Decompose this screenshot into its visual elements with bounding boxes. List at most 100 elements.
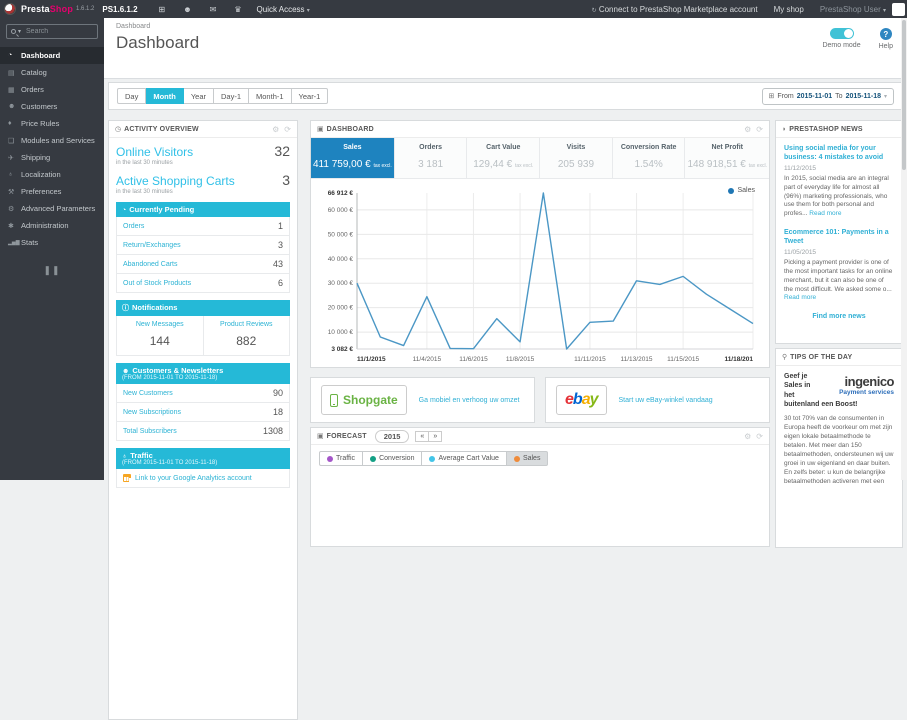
sidebar-item-dashboard[interactable]: ◔Dashboard — [0, 47, 104, 64]
forecast-year[interactable]: 2015 — [375, 430, 410, 443]
cart-icon[interactable]: ⊞ — [159, 5, 166, 14]
svg-text:40 000 €: 40 000 € — [328, 256, 354, 263]
svg-text:11/18/201: 11/18/201 — [724, 356, 753, 363]
customer-icon[interactable]: ☻ — [183, 5, 191, 14]
dashboard-panel: ▣ DASHBOARD ⚙⟳ Sales411 759,00 € tax exc… — [310, 120, 770, 368]
sidebar-item-preferences[interactable]: ⚒Preferences — [0, 183, 104, 200]
shopgate-link[interactable]: Ga mobiel en verhoog uw omzet — [419, 397, 520, 404]
sidebar-item-catalog[interactable]: ▤Catalog — [0, 64, 104, 81]
tips-of-the-day-panel: ⚲ TIPS OF THE DAY ingenico Payment servi… — [775, 348, 903, 548]
refresh-icon[interactable]: ⟳ — [284, 125, 291, 134]
refresh-icon[interactable]: ⟳ — [756, 125, 763, 134]
scrollbar-thumb[interactable] — [902, 20, 906, 170]
messages-icon[interactable]: ✉ — [210, 5, 217, 14]
sidebar-item-modules[interactable]: ❑Modules and Services — [0, 132, 104, 149]
ebay-banner[interactable]: ebay Start uw eBay-winkel vandaag — [545, 377, 770, 423]
gear-icon[interactable]: ⚙ — [744, 125, 751, 134]
pending-row-out-of-stock[interactable]: Out of Stock Products6 — [116, 274, 290, 293]
sidebar-item-customers[interactable]: ☻Customers — [0, 98, 104, 115]
sidebar-item-localization[interactable]: ♁Localization — [0, 166, 104, 183]
kpi-visits[interactable]: Visits205 939 — [540, 138, 613, 178]
kpi-net-profit[interactable]: Net Profit148 918,51 € tax excl. — [685, 138, 769, 178]
active-carts-link[interactable]: Active Shopping Carts3 — [116, 172, 290, 188]
marketplace-link[interactable]: ↻ Connect to PrestaShop Marketplace acco… — [592, 5, 758, 14]
brand-version: 1.6.1.2 — [76, 6, 94, 12]
sidebar-item-administration[interactable]: ✱Administration — [0, 217, 104, 234]
dashboard-cart-icon: ▣ — [317, 125, 324, 133]
date-range-picker[interactable]: ⊞ From 2015-11-01 To 2015-11-18 ▾ — [762, 88, 894, 105]
sidebar-item-stats[interactable]: ▂▅▇Stats — [0, 234, 104, 251]
sidebar-item-shipping[interactable]: ✈Shipping — [0, 149, 104, 166]
page-scrollbar[interactable] — [901, 18, 907, 480]
row-new-customers[interactable]: New Customers90 — [116, 384, 290, 403]
find-more-news-link[interactable]: Find more news — [784, 313, 894, 320]
catalog-icon: ▤ — [8, 69, 21, 77]
pending-row-orders[interactable]: Orders1 — [116, 217, 290, 236]
svg-text:30 000 €: 30 000 € — [328, 280, 354, 287]
prestashop-logo[interactable] — [4, 3, 16, 15]
chart-legend[interactable]: Sales — [728, 187, 755, 194]
tab-day-1[interactable]: Day-1 — [214, 88, 249, 104]
sidebar-collapse-button[interactable]: ❚❚ — [0, 265, 104, 276]
svg-text:66 912 €: 66 912 € — [328, 190, 354, 197]
activity-overview-panel: ◷ ACTIVITY OVERVIEW ⚙⟳ Online Visitors32… — [108, 120, 298, 720]
read-more-link[interactable]: Read more — [784, 294, 816, 301]
forecast-toggle-conversion[interactable]: Conversion — [363, 451, 422, 466]
product-reviews-cell[interactable]: Product Reviews882 — [203, 316, 290, 355]
forecast-toggle-sales[interactable]: Sales — [507, 451, 549, 466]
pending-row-returns[interactable]: Return/Exchanges3 — [116, 236, 290, 255]
shopgate-banner[interactable]: Shopgate Ga mobiel en verhoog uw omzet — [310, 377, 535, 423]
ebay-link[interactable]: Start uw eBay-winkel vandaag — [619, 397, 713, 404]
tab-day[interactable]: Day — [117, 88, 146, 104]
page-title: Dashboard — [116, 33, 895, 53]
kpi-conversion-rate[interactable]: Conversion Rate1.54% — [613, 138, 686, 178]
forecast-toggle-traffic[interactable]: Traffic — [319, 451, 363, 466]
date-from: 2015-11-01 — [797, 93, 832, 100]
kpi-sales[interactable]: Sales411 759,00 € tax excl. — [311, 138, 395, 178]
new-messages-cell[interactable]: New Messages144 — [117, 316, 203, 355]
tab-month[interactable]: Month — [146, 88, 184, 104]
user-menu[interactable]: PrestaShop User ▾ — [820, 5, 886, 14]
gear-icon[interactable]: ⚙ — [744, 432, 751, 441]
svg-text:50 000 €: 50 000 € — [328, 231, 354, 238]
sidebar-item-price-rules[interactable]: ♦Price Rules — [0, 115, 104, 132]
dashboard-icon: ◔ — [8, 52, 21, 59]
stats-icon: ▂▅▇ — [8, 240, 21, 246]
row-total-subscribers[interactable]: Total Subscribers1308 — [116, 422, 290, 441]
google-analytics-link[interactable]: Link to your Google Analytics account — [116, 469, 290, 488]
demo-mode-toggle[interactable] — [830, 28, 854, 39]
user-avatar[interactable]: 🄿 — [892, 3, 905, 16]
forecast-back-button[interactable]: « — [415, 431, 429, 442]
kpi-cart-value[interactable]: Cart Value129,44 € tax excl. — [467, 138, 540, 178]
svg-text:11/6/2015: 11/6/2015 — [459, 356, 488, 363]
calendar-icon: ⊞ — [769, 92, 775, 100]
period-toolbar: Day Month Year Day-1 Month-1 Year-1 ⊞ Fr… — [108, 82, 903, 110]
row-new-subscriptions[interactable]: New Subscriptions18 — [116, 403, 290, 422]
sidebar-search[interactable]: ▾ — [6, 24, 98, 39]
sidebar-item-advanced-parameters[interactable]: ⚙Advanced Parameters — [0, 200, 104, 217]
tab-year-1[interactable]: Year-1 — [292, 88, 329, 104]
breadcrumb[interactable]: Dashboard — [116, 23, 895, 30]
news-article-link[interactable]: Ecommerce 101: Payments in a Tweet — [784, 228, 894, 246]
read-more-link[interactable]: Read more — [809, 210, 841, 217]
my-shop-link[interactable]: My shop — [774, 5, 804, 14]
quick-access-menu[interactable]: Quick Access ▾ — [257, 5, 310, 14]
sidebar-item-orders[interactable]: ▦Orders — [0, 81, 104, 98]
gear-icon[interactable]: ⚙ — [272, 125, 279, 134]
refresh-icon[interactable]: ⟳ — [756, 432, 763, 441]
kpi-orders[interactable]: Orders3 181 — [395, 138, 468, 178]
pending-row-abandoned-carts[interactable]: Abandoned Carts43 — [116, 255, 290, 274]
localization-icon: ♁ — [8, 171, 21, 178]
achievements-icon[interactable]: ♛ — [234, 5, 241, 14]
news-article-link[interactable]: Using social media for your business: 4 … — [784, 144, 894, 162]
forecast-toggle-average-cart-value[interactable]: Average Cart Value — [422, 451, 506, 466]
currently-pending-header: ◔Currently Pending — [116, 202, 290, 217]
line-chart-canvas: 66 912 €60 000 €50 000 €40 000 €30 000 €… — [317, 181, 763, 370]
forecast-forward-button[interactable]: » — [429, 431, 442, 442]
tab-month-1[interactable]: Month-1 — [249, 88, 292, 104]
help-icon[interactable]: ? — [880, 28, 892, 40]
svg-text:10 000 €: 10 000 € — [328, 329, 354, 336]
search-input[interactable] — [26, 28, 86, 35]
tab-year[interactable]: Year — [184, 88, 214, 104]
online-visitors-link[interactable]: Online Visitors32 — [116, 143, 290, 159]
